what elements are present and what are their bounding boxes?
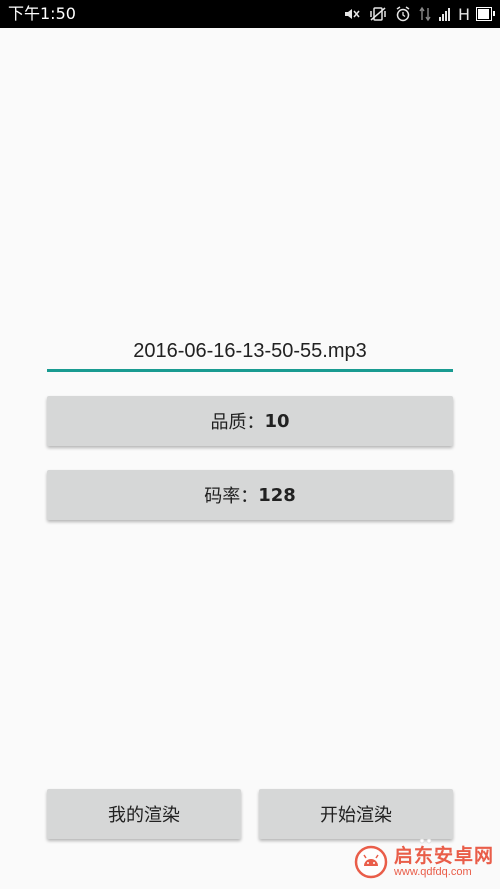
status-bar: 下午1:50 H [0, 0, 500, 28]
my-renders-label: 我的渲染 [108, 805, 180, 826]
bitrate-value: 128 [258, 484, 296, 506]
quality-value: 10 [264, 410, 290, 432]
my-renders-button[interactable]: 我的渲染 [47, 789, 241, 839]
data-arrows-icon [419, 4, 431, 24]
signal-icon [438, 7, 450, 21]
network-type: H [457, 4, 470, 24]
start-render-button[interactable]: 开始渲染 [259, 789, 453, 839]
watermark-title: 启东安卓网 [393, 844, 494, 867]
watermark-url: www.qdfdq.com [393, 866, 472, 879]
start-render-label: 开始渲染 [320, 805, 392, 826]
bitrate-button[interactable]: 码率： 128 [47, 470, 453, 520]
vibrate-icon [369, 4, 387, 24]
mute-icon [343, 4, 361, 24]
status-time: 下午1:50 [8, 4, 76, 23]
filename-text: 2016-06-16-13-50-55.mp3 [133, 340, 367, 362]
watermark-logo-icon [354, 845, 388, 879]
watermark: 启东安卓网 www.qdfdq.com [354, 837, 494, 887]
alarm-icon [395, 4, 411, 24]
battery-icon [476, 7, 495, 21]
quality-button[interactable]: 品质： 10 [47, 396, 453, 446]
filename-field[interactable]: 2016-06-16-13-50-55.mp3 [47, 332, 453, 372]
bitrate-label: 码率： [204, 486, 259, 507]
quality-label: 品质： [210, 412, 265, 433]
status-icons: H [343, 4, 470, 24]
